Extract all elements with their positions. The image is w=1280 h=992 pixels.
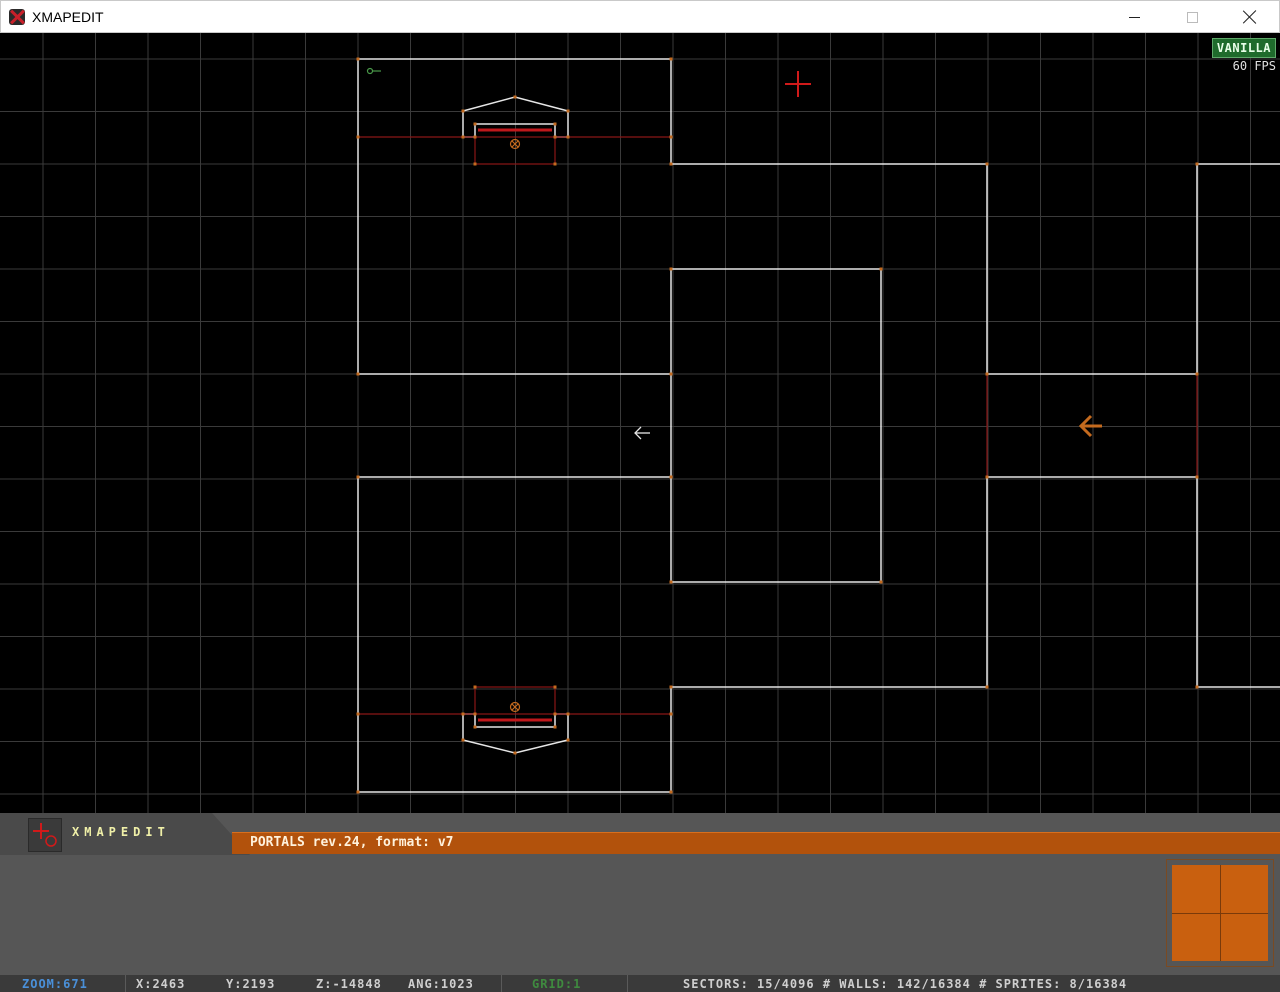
vertex[interactable] bbox=[879, 580, 883, 584]
minimize-button[interactable] bbox=[1105, 1, 1163, 33]
vertex[interactable] bbox=[461, 738, 465, 742]
vertex[interactable] bbox=[566, 712, 570, 716]
map-canvas[interactable] bbox=[0, 33, 1280, 833]
y-readout: Y:2193 bbox=[226, 976, 276, 991]
vertex[interactable] bbox=[473, 685, 477, 689]
wall[interactable] bbox=[555, 713, 569, 740]
sprite-markers[interactable] bbox=[366, 67, 1103, 713]
coords-readout: X:2463 Y:2193 Z:-14848 ANG:1023 bbox=[126, 975, 502, 992]
player-arrow[interactable] bbox=[634, 426, 650, 440]
vertex[interactable] bbox=[356, 372, 360, 376]
status-message: PORTALS rev.24, format: v7 bbox=[250, 835, 454, 850]
sector-arrow[interactable] bbox=[1078, 414, 1102, 438]
vertex[interactable] bbox=[473, 135, 477, 139]
vertex[interactable] bbox=[473, 712, 477, 716]
vertex[interactable] bbox=[985, 685, 989, 689]
sector-top-room[interactable] bbox=[357, 58, 1280, 793]
vertex[interactable] bbox=[669, 685, 673, 689]
vertex[interactable] bbox=[473, 122, 477, 126]
vertex[interactable] bbox=[553, 122, 557, 126]
vertex[interactable] bbox=[985, 162, 989, 166]
vertex[interactable] bbox=[461, 135, 465, 139]
vertex[interactable] bbox=[473, 725, 477, 729]
vertex[interactable] bbox=[669, 162, 673, 166]
vertex[interactable] bbox=[553, 685, 557, 689]
vertex[interactable] bbox=[669, 712, 673, 716]
window-title: XMAPEDIT bbox=[32, 8, 104, 25]
vertex[interactable] bbox=[461, 109, 465, 113]
start-marker[interactable] bbox=[366, 67, 382, 75]
vertex[interactable] bbox=[1195, 162, 1199, 166]
vertex[interactable] bbox=[356, 135, 360, 139]
wall[interactable] bbox=[462, 111, 475, 138]
fps-counter: 60 FPS bbox=[1232, 59, 1276, 73]
minimize-icon bbox=[1128, 16, 1140, 18]
vertex[interactable] bbox=[1195, 372, 1199, 376]
status-bar: ZOOM:671 X:2463 Y:2193 Z:-14848 ANG:1023… bbox=[0, 975, 1280, 992]
vertex[interactable] bbox=[553, 162, 557, 166]
vertex[interactable] bbox=[356, 712, 360, 716]
window-titlebar: XMAPEDIT bbox=[0, 0, 1280, 33]
vertex[interactable] bbox=[553, 725, 557, 729]
cursor-crosshair bbox=[785, 71, 811, 97]
vertex[interactable] bbox=[669, 790, 673, 794]
app-icon bbox=[9, 8, 25, 25]
logo-text: XMAPEDIT bbox=[72, 825, 170, 839]
vertex[interactable] bbox=[553, 712, 557, 716]
z-readout: Z:-14848 bbox=[316, 976, 382, 991]
zoom-readout: ZOOM:671 bbox=[0, 975, 126, 992]
wall[interactable] bbox=[555, 111, 569, 138]
vanilla-badge: VANILLA bbox=[1211, 38, 1276, 58]
vertex[interactable] bbox=[669, 267, 673, 271]
vertex[interactable] bbox=[669, 135, 673, 139]
message-bar: PORTALS rev.24, format: v7 bbox=[232, 832, 1280, 854]
vertex[interactable] bbox=[566, 738, 570, 742]
maximize-icon bbox=[1186, 11, 1198, 23]
vertex[interactable] bbox=[473, 162, 477, 166]
vertex[interactable] bbox=[1195, 475, 1199, 479]
vertex[interactable] bbox=[985, 475, 989, 479]
close-icon bbox=[1243, 10, 1257, 24]
vertex[interactable] bbox=[356, 790, 360, 794]
counts-readout: SECTORS: 15/4096 # WALLS: 142/16384 # SP… bbox=[683, 976, 1128, 991]
ang-readout: ANG:1023 bbox=[408, 976, 474, 991]
map-viewport[interactable]: VANILLA 60 FPS bbox=[0, 33, 1280, 833]
vertex[interactable] bbox=[985, 372, 989, 376]
bottom-panel: XMAPEDIT PORTALS rev.24, format: v7 bbox=[0, 813, 1280, 975]
grid-readout: GRID:1 bbox=[502, 975, 628, 992]
vertex[interactable] bbox=[669, 57, 673, 61]
vertex[interactable] bbox=[1195, 685, 1199, 689]
vertex[interactable] bbox=[553, 135, 557, 139]
wall[interactable] bbox=[462, 713, 475, 740]
vertex[interactable] bbox=[356, 475, 360, 479]
texture-preview-swatch bbox=[1172, 865, 1268, 961]
maximize-button[interactable] bbox=[1163, 1, 1221, 33]
texture-preview[interactable] bbox=[1166, 859, 1274, 967]
vertex[interactable] bbox=[461, 712, 465, 716]
vertex[interactable] bbox=[669, 372, 673, 376]
xmapedit-logo-icon bbox=[28, 818, 62, 852]
vertex[interactable] bbox=[566, 109, 570, 113]
vertex[interactable] bbox=[356, 57, 360, 61]
vertex[interactable] bbox=[566, 135, 570, 139]
x-readout: X:2463 bbox=[136, 976, 186, 991]
close-button[interactable] bbox=[1221, 1, 1279, 33]
vertex[interactable] bbox=[513, 751, 517, 755]
vertex[interactable] bbox=[669, 580, 673, 584]
vertex[interactable] bbox=[879, 267, 883, 271]
vertex[interactable] bbox=[513, 95, 517, 99]
vertex[interactable] bbox=[669, 475, 673, 479]
window-controls bbox=[1105, 1, 1279, 33]
